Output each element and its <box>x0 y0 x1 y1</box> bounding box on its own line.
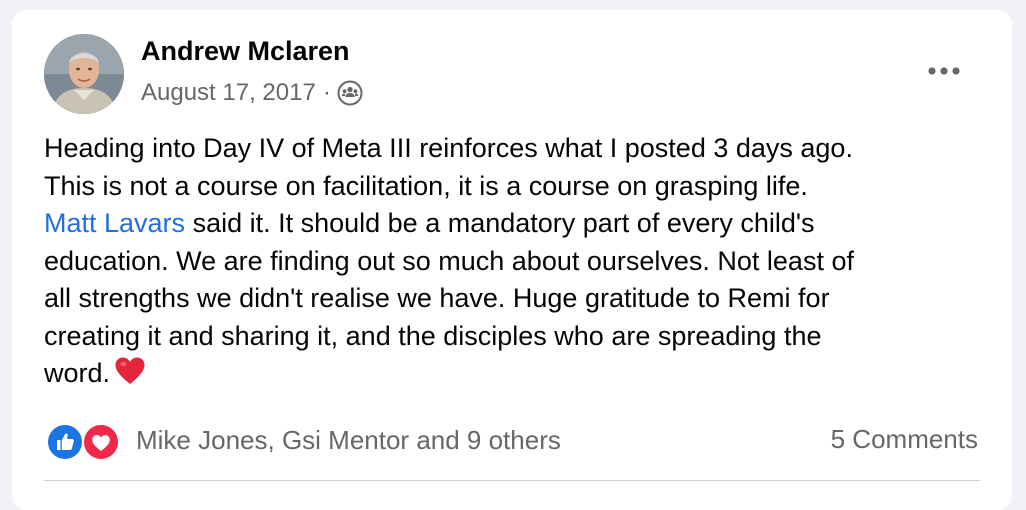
post-text-segment: said it. It should be a mandatory part o… <box>185 208 815 238</box>
post-text-line: word. <box>44 355 984 393</box>
post-card: Andrew Mclaren August 17, 2017 · Heading… <box>12 10 1012 510</box>
post-text-line: creating it and sharing it, and the disc… <box>44 320 822 351</box>
post-text-line: Heading into Day IV of Meta III reinforc… <box>44 133 853 163</box>
post-text-segment: word. <box>44 358 111 388</box>
post-body: Heading into Day IV of Meta III reinforc… <box>44 130 984 393</box>
like-icon <box>46 423 84 461</box>
reaction-names[interactable]: Mike Jones, Gsi Mentor and 9 others <box>136 425 561 456</box>
mention-link[interactable]: Matt Lavars <box>44 208 185 238</box>
author-avatar[interactable] <box>44 34 124 114</box>
reactions-summary[interactable]: Mike Jones, Gsi Mentor and 9 others <box>46 420 561 461</box>
post-text-line: education. We are finding out so much ab… <box>44 245 854 276</box>
more-options-icon <box>928 67 960 75</box>
love-icon <box>82 423 120 461</box>
post-meta: August 17, 2017 · <box>141 78 363 108</box>
heart-emoji-icon <box>114 356 146 386</box>
avatar-photo-icon <box>44 34 124 114</box>
meta-separator: · <box>322 79 331 106</box>
post-text-line: Matt Lavars said it. It should be a mand… <box>44 205 984 243</box>
post-text-line: all strengths we didn't realise we have.… <box>44 283 830 313</box>
friends-icon[interactable] <box>337 80 363 106</box>
post-date[interactable]: August 17, 2017 <box>141 79 316 107</box>
actions-divider <box>44 480 980 481</box>
author-name[interactable]: Andrew Mclaren <box>141 36 350 67</box>
comments-count-link[interactable]: 5 Comments <box>831 424 978 455</box>
more-options-button[interactable] <box>922 54 966 88</box>
reaction-icons <box>46 420 126 461</box>
post-text-line: This is not a course on facilitation, it… <box>44 170 808 201</box>
